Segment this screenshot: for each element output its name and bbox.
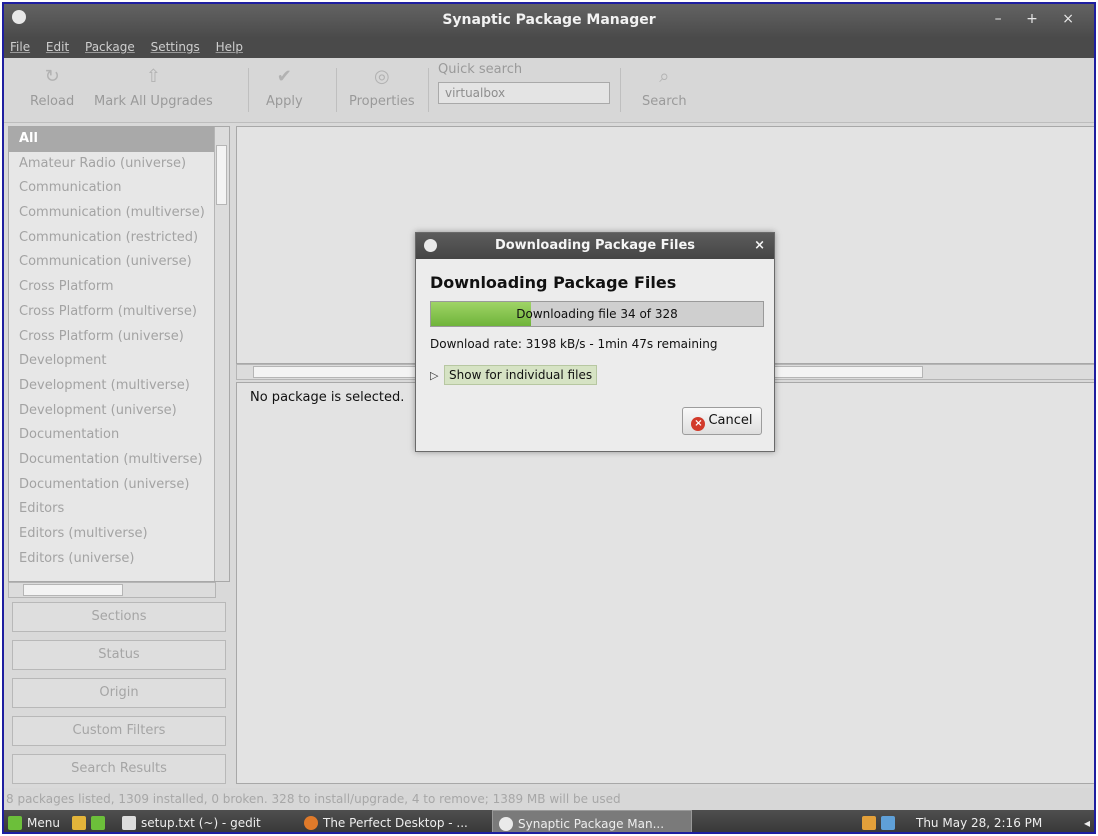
category-item[interactable]: Editors: [9, 497, 215, 522]
quick-launch[interactable]: [72, 810, 110, 832]
firefox-icon: [304, 816, 318, 830]
task-firefox[interactable]: The Perfect Desktop - ...: [304, 810, 468, 832]
window-title: Synaptic Package Manager: [442, 12, 656, 28]
task-gedit-label: setup.txt (~) - gedit: [141, 816, 261, 830]
toolbar-separator: [428, 68, 429, 112]
task-synaptic-label: Synaptic Package Man...: [518, 817, 665, 831]
menu-edit[interactable]: Edit: [40, 38, 75, 54]
progress-text: Downloading file 34 of 328: [516, 307, 678, 321]
network-icon[interactable]: [881, 816, 895, 830]
menu-button[interactable]: Menu: [8, 810, 60, 832]
taskbar: Menu setup.txt (~) - gedit The Perfect D…: [4, 810, 1094, 832]
folder-icon[interactable]: [72, 816, 86, 830]
upgrade-icon: ⇧: [145, 66, 161, 87]
menubar: File Edit Package Settings Help: [4, 38, 1094, 58]
toolbar-separator: [620, 68, 621, 112]
properties-button[interactable]: ◎ Properties: [349, 64, 415, 109]
category-item[interactable]: Editors (multiverse): [9, 522, 215, 547]
download-progress-bar: Downloading file 34 of 328: [430, 301, 764, 327]
category-item[interactable]: Documentation (multiverse): [9, 448, 215, 473]
dialog-titlebar[interactable]: Downloading Package Files ×: [416, 233, 774, 259]
reload-label: Reload: [30, 94, 75, 109]
system-tray[interactable]: [862, 810, 900, 832]
category-item[interactable]: Development (multiverse): [9, 374, 215, 399]
category-item[interactable]: Documentation: [9, 423, 215, 448]
search-icon: ⌕: [659, 66, 670, 87]
no-package-selected-text: No package is selected.: [250, 390, 405, 405]
category-item[interactable]: Documentation (universe): [9, 473, 215, 498]
search-results-button[interactable]: Search Results: [12, 754, 226, 784]
apply-label: Apply: [266, 94, 303, 109]
dialog-close-button[interactable]: ×: [754, 238, 765, 253]
category-item[interactable]: Cross Platform (universe): [9, 325, 215, 350]
cancel-button[interactable]: × Cancel: [682, 407, 762, 435]
toolbar-separator: [336, 68, 337, 112]
scrollbar-thumb[interactable]: [23, 584, 123, 596]
category-list-panel: All Amateur Radio (universe) Communication…: [8, 126, 230, 582]
synaptic-icon: [499, 817, 513, 831]
reload-button[interactable]: ↻ Reload: [30, 64, 74, 109]
gedit-icon: [122, 816, 136, 830]
menu-package[interactable]: Package: [79, 38, 141, 54]
menu-label: Menu: [27, 816, 60, 830]
toolbar-separator: [248, 68, 249, 112]
category-item[interactable]: Communication (multiverse): [9, 201, 215, 226]
task-synaptic[interactable]: Synaptic Package Man...: [492, 810, 692, 832]
category-list-vertical-scrollbar[interactable]: [214, 127, 229, 581]
category-item[interactable]: Communication (universe): [9, 250, 215, 275]
toolbar: ↻ Reload ⇧ Mark All Upgrades ✔ Apply ◎ P…: [4, 58, 1094, 123]
status-filter-button[interactable]: Status: [12, 640, 226, 670]
search-button[interactable]: ⌕ Search: [642, 64, 687, 109]
reload-icon: ↻: [44, 66, 60, 87]
task-gedit[interactable]: setup.txt (~) - gedit: [122, 810, 261, 832]
apply-button[interactable]: ✔ Apply: [266, 64, 303, 109]
individual-files-expander[interactable]: ▷ Show for individual files: [430, 365, 598, 387]
scrollbar-thumb[interactable]: [216, 145, 227, 205]
clock[interactable]: Thu May 28, 2:16 PM: [916, 810, 1042, 832]
category-list-horizontal-scrollbar[interactable]: [8, 582, 216, 598]
search-label: Search: [642, 94, 687, 109]
category-list: All Amateur Radio (universe) Communication…: [9, 127, 215, 571]
download-dialog: Downloading Package Files × Downloading …: [415, 232, 775, 452]
checkmark-icon: ✔: [276, 66, 292, 87]
expander-arrow-icon[interactable]: ▷: [430, 369, 444, 382]
properties-icon: ◎: [373, 66, 390, 87]
cancel-icon: ×: [691, 417, 706, 431]
window-titlebar[interactable]: Synaptic Package Manager – + ×: [4, 4, 1094, 38]
category-item[interactable]: Communication (restricted): [9, 226, 215, 251]
quick-search-label: Quick search: [438, 62, 523, 77]
dialog-title: Downloading Package Files: [494, 238, 696, 253]
window-controls[interactable]: – + ×: [995, 11, 1084, 27]
category-item[interactable]: Cross Platform: [9, 275, 215, 300]
category-item[interactable]: Editors (universe): [9, 547, 215, 572]
desktop-frame: Synaptic Package Manager – + × File Edit…: [2, 2, 1096, 834]
origin-filter-button[interactable]: Origin: [12, 678, 226, 708]
menu-help[interactable]: Help: [210, 38, 249, 54]
properties-label: Properties: [349, 94, 415, 109]
mark-all-upgrades-button[interactable]: ⇧ Mark All Upgrades: [94, 64, 213, 109]
volume-icon[interactable]: ◂: [1084, 810, 1090, 832]
category-item[interactable]: Communication: [9, 176, 215, 201]
menu-file[interactable]: File: [4, 38, 36, 54]
status-bar: 8 packages listed, 1309 installed, 0 bro…: [4, 788, 1094, 810]
sections-filter-button[interactable]: Sections: [12, 602, 226, 632]
dialog-heading: Downloading Package Files: [430, 273, 677, 292]
custom-filters-button[interactable]: Custom Filters: [12, 716, 226, 746]
menu-settings[interactable]: Settings: [145, 38, 206, 54]
expander-label[interactable]: Show for individual files: [444, 365, 598, 385]
category-item[interactable]: Cross Platform (multiverse): [9, 300, 215, 325]
mark-all-upgrades-label: Mark All Upgrades: [94, 94, 213, 109]
category-item[interactable]: Development: [9, 349, 215, 374]
update-manager-icon[interactable]: [862, 816, 876, 830]
category-item[interactable]: All: [9, 127, 215, 152]
cancel-label: Cancel: [708, 413, 753, 428]
download-rate-text: Download rate: 3198 kB/s - 1min 47s rema…: [430, 337, 718, 351]
category-item[interactable]: Development (universe): [9, 399, 215, 424]
terminal-icon[interactable]: [91, 816, 105, 830]
quick-search-input[interactable]: [438, 82, 610, 104]
mint-menu-icon: [8, 816, 22, 830]
category-item[interactable]: Amateur Radio (universe): [9, 152, 215, 177]
task-firefox-label: The Perfect Desktop - ...: [323, 816, 468, 830]
